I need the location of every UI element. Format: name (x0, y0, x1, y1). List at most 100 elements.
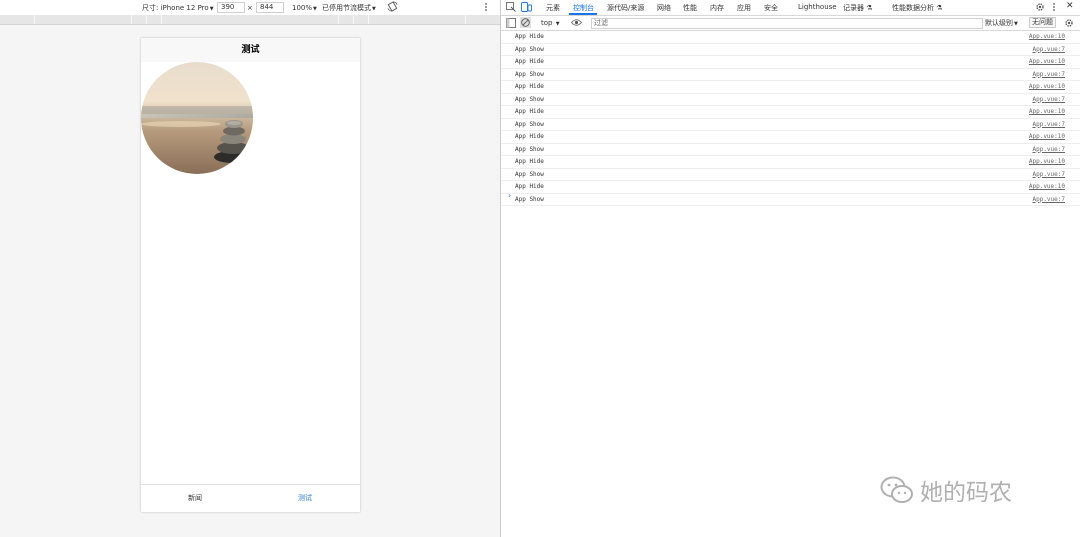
times-sign: × (247, 4, 253, 12)
more-options-icon[interactable] (484, 2, 488, 12)
log-message: App Hide (515, 158, 544, 165)
log-source-link[interactable]: App.vue:10 (1029, 31, 1065, 42)
height-input[interactable]: 844 (256, 2, 284, 13)
log-source-link[interactable]: App.vue:7 (1032, 69, 1065, 80)
console-log-list: App Hide App.vue:10 App Show App.vue:7 App… (501, 31, 1080, 206)
issues-button[interactable]: 无问题 (1029, 17, 1056, 28)
tab-recorder-label: 记录器 (843, 4, 864, 12)
tab-elements[interactable]: 元素 (546, 3, 560, 13)
log-source-link[interactable]: App.vue:10 (1029, 181, 1065, 192)
devtools-pane: 元素 控制台 源代码/来源 网络 性能 内存 应用 安全 Lighthouse … (500, 0, 1080, 537)
log-source-link[interactable]: App.vue:7 (1032, 144, 1065, 155)
throttle-select[interactable]: 已停用节流模式▼ (322, 3, 376, 13)
inspect-element-icon[interactable] (506, 2, 516, 12)
media-query-ruler[interactable] (0, 15, 500, 25)
log-message: App Show (515, 145, 544, 153)
zoom-select[interactable]: 100%▼ (292, 3, 317, 13)
log-source-link[interactable]: App.vue:10 (1029, 156, 1065, 167)
settings-gear-icon[interactable] (1035, 2, 1045, 12)
ruler-mark (161, 15, 162, 24)
log-source-link[interactable]: App.vue:7 (1032, 44, 1065, 55)
console-toolbar: top ▼ 过滤 默认级别▼ 无问题 (501, 16, 1080, 31)
log-source-link[interactable]: App.vue:7 (1032, 169, 1065, 180)
ruler-mark (353, 15, 354, 24)
log-row: App Show App.vue:7 (501, 144, 1080, 156)
experiment-icon: ⚗ (866, 4, 873, 12)
clear-console-icon[interactable] (520, 17, 531, 28)
log-row: App Show App.vue:7 (501, 94, 1080, 106)
log-row: App Hide App.vue:10 (501, 181, 1080, 194)
rotate-icon[interactable] (387, 1, 398, 12)
ruler-mark (34, 15, 35, 24)
device-toolbar: 尺寸: iPhone 12 Pro▼ 390 × 844 100%▼ 已停用节流… (0, 0, 500, 15)
devtools-tab-bar: 元素 控制台 源代码/来源 网络 性能 内存 应用 安全 Lighthouse … (501, 0, 1080, 16)
log-source-link[interactable]: App.vue:10 (1029, 56, 1065, 67)
ruler-mark (368, 15, 369, 24)
filter-input[interactable]: 过滤 (591, 18, 983, 29)
tab-bar: 新闻 测试 (141, 484, 360, 512)
log-source-link[interactable]: App.vue:10 (1029, 81, 1065, 92)
ruler-mark (146, 15, 147, 24)
log-row: App Show App.vue:7 (501, 169, 1080, 181)
chevron-down-icon: ▼ (1014, 21, 1018, 27)
close-icon[interactable]: ✕ (1066, 1, 1074, 11)
log-source-link[interactable]: App.vue:7 (1032, 94, 1065, 105)
log-message: App Hide (515, 58, 544, 65)
log-source-link[interactable]: App.vue:10 (1029, 106, 1065, 117)
log-levels-value: 默认级别 (985, 19, 1013, 27)
more-options-icon[interactable] (1052, 2, 1056, 12)
console-prompt[interactable]: › (508, 191, 511, 200)
tab-performance-insights-label: 性能数据分析 (892, 4, 934, 12)
beach-stones-image (141, 62, 253, 174)
log-source-link[interactable]: App.vue:7 (1032, 119, 1065, 130)
tab-performance[interactable]: 性能 (683, 3, 697, 13)
sidebar-toggle-icon[interactable] (506, 18, 516, 28)
tab-news[interactable]: 新闻 (188, 493, 202, 503)
device-select[interactable]: 尺寸: iPhone 12 Pro▼ (142, 3, 214, 13)
ruler-mark (131, 15, 132, 24)
log-message: App Hide (515, 183, 544, 190)
tab-lighthouse[interactable]: Lighthouse (798, 3, 837, 11)
live-expression-eye-icon[interactable] (571, 18, 582, 28)
log-levels-select[interactable]: 默认级别▼ (985, 18, 1018, 28)
log-row: App Show App.vue:7 (501, 44, 1080, 56)
context-select[interactable]: top ▼ (541, 18, 560, 28)
tab-memory[interactable]: 内存 (710, 3, 724, 13)
log-message: App Show (515, 70, 544, 78)
tab-security[interactable]: 安全 (764, 3, 778, 13)
tab-recorder[interactable]: 记录器 ⚗ (843, 3, 873, 13)
console-settings-gear-icon[interactable] (1064, 18, 1074, 28)
device-emulation-pane: 尺寸: iPhone 12 Pro▼ 390 × 844 100%▼ 已停用节流… (0, 0, 500, 537)
log-source-link[interactable]: App.vue:10 (1029, 131, 1065, 142)
tab-test[interactable]: 测试 (298, 493, 312, 503)
log-row: App Hide App.vue:10 (501, 131, 1080, 144)
log-row: App Show App.vue:7 (501, 119, 1080, 131)
phone-viewport: 测试 新闻 测试 (141, 38, 360, 512)
log-row: App Hide App.vue:10 (501, 156, 1080, 169)
width-input[interactable]: 390 (217, 2, 245, 13)
tab-performance-insights[interactable]: 性能数据分析 ⚗ (892, 3, 943, 13)
device-select-label: 尺寸: iPhone 12 Pro (142, 4, 209, 12)
chevron-down-icon: ▼ (209, 6, 214, 12)
chevron-down-icon: ▼ (555, 21, 560, 27)
zoom-value: 100% (292, 4, 313, 12)
log-row: App Hide App.vue:10 (501, 81, 1080, 94)
page-title: 测试 (241, 45, 260, 55)
log-source-link[interactable]: App.vue:7 (1032, 194, 1065, 205)
log-message: App Show (515, 45, 544, 53)
tab-application[interactable]: 应用 (737, 3, 751, 13)
ruler-mark (338, 15, 339, 24)
device-toggle-icon[interactable] (521, 2, 532, 12)
watermark: 她的码农 (880, 474, 1012, 506)
log-row: App Hide App.vue:10 (501, 56, 1080, 69)
tab-console[interactable]: 控制台 (573, 3, 594, 13)
nav-bar: 测试 (141, 38, 360, 62)
log-row: App Show App.vue:7 (501, 194, 1080, 206)
tab-network[interactable]: 网络 (657, 3, 671, 13)
ruler-mark (465, 15, 466, 24)
active-tab-indicator (569, 13, 597, 15)
log-message: App Hide (515, 83, 544, 90)
log-row: App Hide App.vue:10 (501, 106, 1080, 119)
tab-sources[interactable]: 源代码/来源 (607, 3, 644, 13)
watermark-text: 她的码农 (920, 480, 1012, 506)
